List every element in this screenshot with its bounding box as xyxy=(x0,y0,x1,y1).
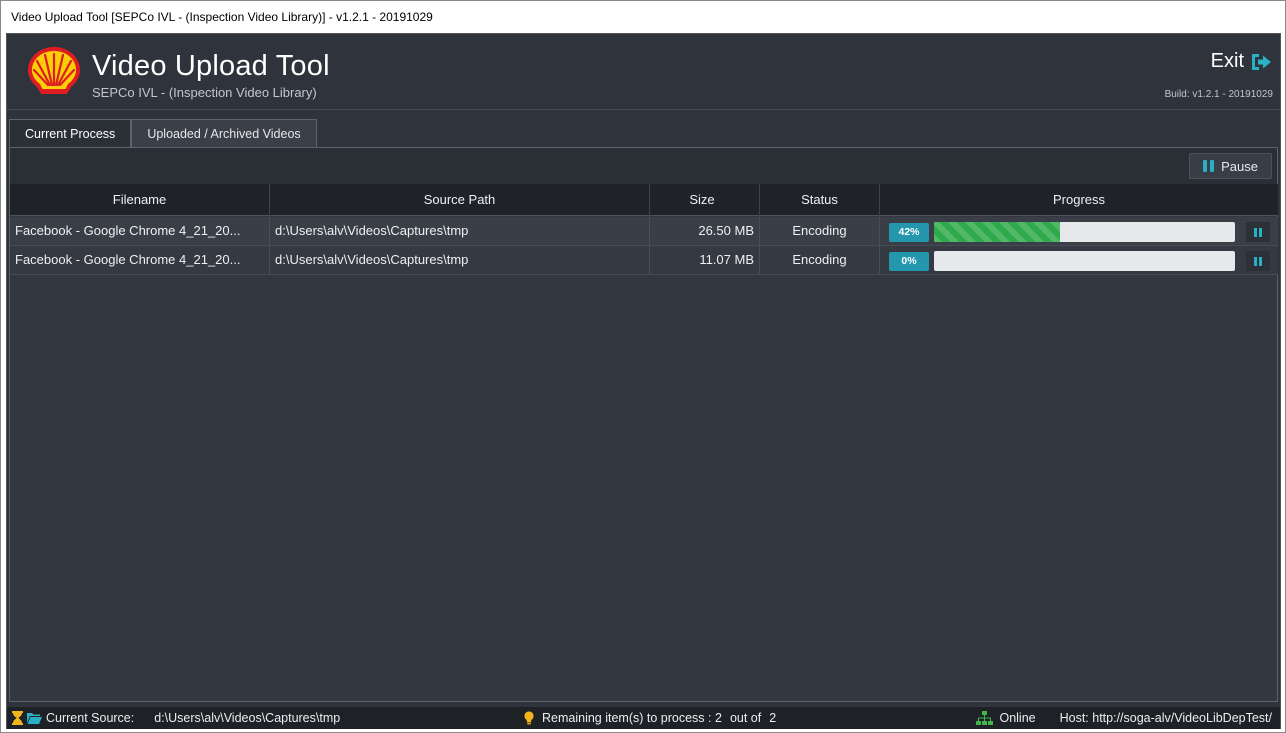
progress-bar xyxy=(934,251,1235,271)
cell-progress: 0% xyxy=(880,246,1278,274)
app-title: Video Upload Tool xyxy=(92,50,330,82)
progress-bar-fill xyxy=(934,222,1061,242)
row-pause-button[interactable] xyxy=(1246,222,1270,242)
cell-progress: 42% xyxy=(880,217,1278,245)
tab-bar: Current Process Uploaded / Archived Vide… xyxy=(9,119,317,147)
network-icon xyxy=(976,711,994,725)
status-bar: Current Source: d:\Users\alv\Videos\Capt… xyxy=(7,707,1280,729)
process-table: Filename Source Path Size Status Progres… xyxy=(10,184,1278,275)
app-header: Video Upload Tool SEPCo IVL - (Inspectio… xyxy=(7,34,1280,110)
table-row[interactable]: Facebook - Google Chrome 4_21_20... d:\U… xyxy=(10,246,1278,275)
app-window: Video Upload Tool [SEPCo IVL - (Inspecti… xyxy=(0,0,1286,733)
cell-size: 11.07 MB xyxy=(650,246,760,274)
app-subtitle: SEPCo IVL - (Inspection Video Library) xyxy=(92,85,317,100)
out-of-value: 2 xyxy=(769,711,777,725)
exit-button[interactable]: Exit xyxy=(1211,50,1272,73)
tab-uploaded-archived[interactable]: Uploaded / Archived Videos xyxy=(131,119,317,147)
online-status: Online xyxy=(999,711,1036,725)
current-source: Current Source: d:\Users\alv\Videos\Capt… xyxy=(12,707,340,729)
app-body: Video Upload Tool SEPCo IVL - (Inspectio… xyxy=(6,33,1281,729)
out-of-label: out of xyxy=(729,711,762,725)
current-source-label: Current Source: xyxy=(46,711,135,725)
cell-filename: Facebook - Google Chrome 4_21_20... xyxy=(10,217,270,245)
cell-status: Encoding xyxy=(760,246,880,274)
cell-status: Encoding xyxy=(760,217,880,245)
cell-source-path: d:\Users\alv\Videos\Captures\tmp xyxy=(270,217,650,245)
shell-logo-icon xyxy=(27,47,81,94)
row-pause-button[interactable] xyxy=(1246,251,1270,271)
column-header-source-path[interactable]: Source Path xyxy=(270,184,650,216)
remaining-label: Remaining item(s) to process : 2 xyxy=(542,711,722,725)
table-row[interactable]: Facebook - Google Chrome 4_21_20... d:\U… xyxy=(10,217,1278,246)
window-title: Video Upload Tool [SEPCo IVL - (Inspecti… xyxy=(1,1,1285,33)
progress-percent-badge: 0% xyxy=(889,252,929,271)
toolbar: Pause xyxy=(10,148,1277,184)
pause-label: Pause xyxy=(1221,158,1258,174)
progress-percent-badge: 42% xyxy=(889,223,929,242)
column-header-filename[interactable]: Filename xyxy=(10,184,270,216)
lightbulb-icon xyxy=(524,711,534,725)
exit-label: Exit xyxy=(1210,50,1244,72)
pause-all-button[interactable]: Pause xyxy=(1189,153,1272,179)
cell-filename: Facebook - Google Chrome 4_21_20... xyxy=(10,246,270,274)
progress-bar xyxy=(934,222,1235,242)
cell-size: 26.50 MB xyxy=(650,217,760,245)
current-process-panel: Pause Filename Source Path Size Status P… xyxy=(9,147,1278,702)
column-header-status[interactable]: Status xyxy=(760,184,880,216)
column-header-size[interactable]: Size xyxy=(650,184,760,216)
connection-info: Online Host: http://soga-alv/VideoLibDep… xyxy=(976,707,1272,729)
column-header-progress[interactable]: Progress xyxy=(880,184,1278,216)
cell-source-path: d:\Users\alv\Videos\Captures\tmp xyxy=(270,246,650,274)
current-source-value: d:\Users\alv\Videos\Captures\tmp xyxy=(154,711,341,725)
sign-out-icon xyxy=(1252,53,1271,70)
table-header: Filename Source Path Size Status Progres… xyxy=(10,184,1278,216)
remaining-items: Remaining item(s) to process : 2 out of … xyxy=(524,707,776,729)
host-url: Host: http://soga-alv/VideoLibDepTest/ xyxy=(1059,711,1272,725)
build-info: Build: v1.2.1 - 20191029 xyxy=(1164,89,1273,100)
folder-open-icon xyxy=(27,713,42,724)
tab-current-process[interactable]: Current Process xyxy=(9,119,132,147)
hourglass-icon xyxy=(12,711,23,725)
pause-icon xyxy=(1203,160,1215,172)
